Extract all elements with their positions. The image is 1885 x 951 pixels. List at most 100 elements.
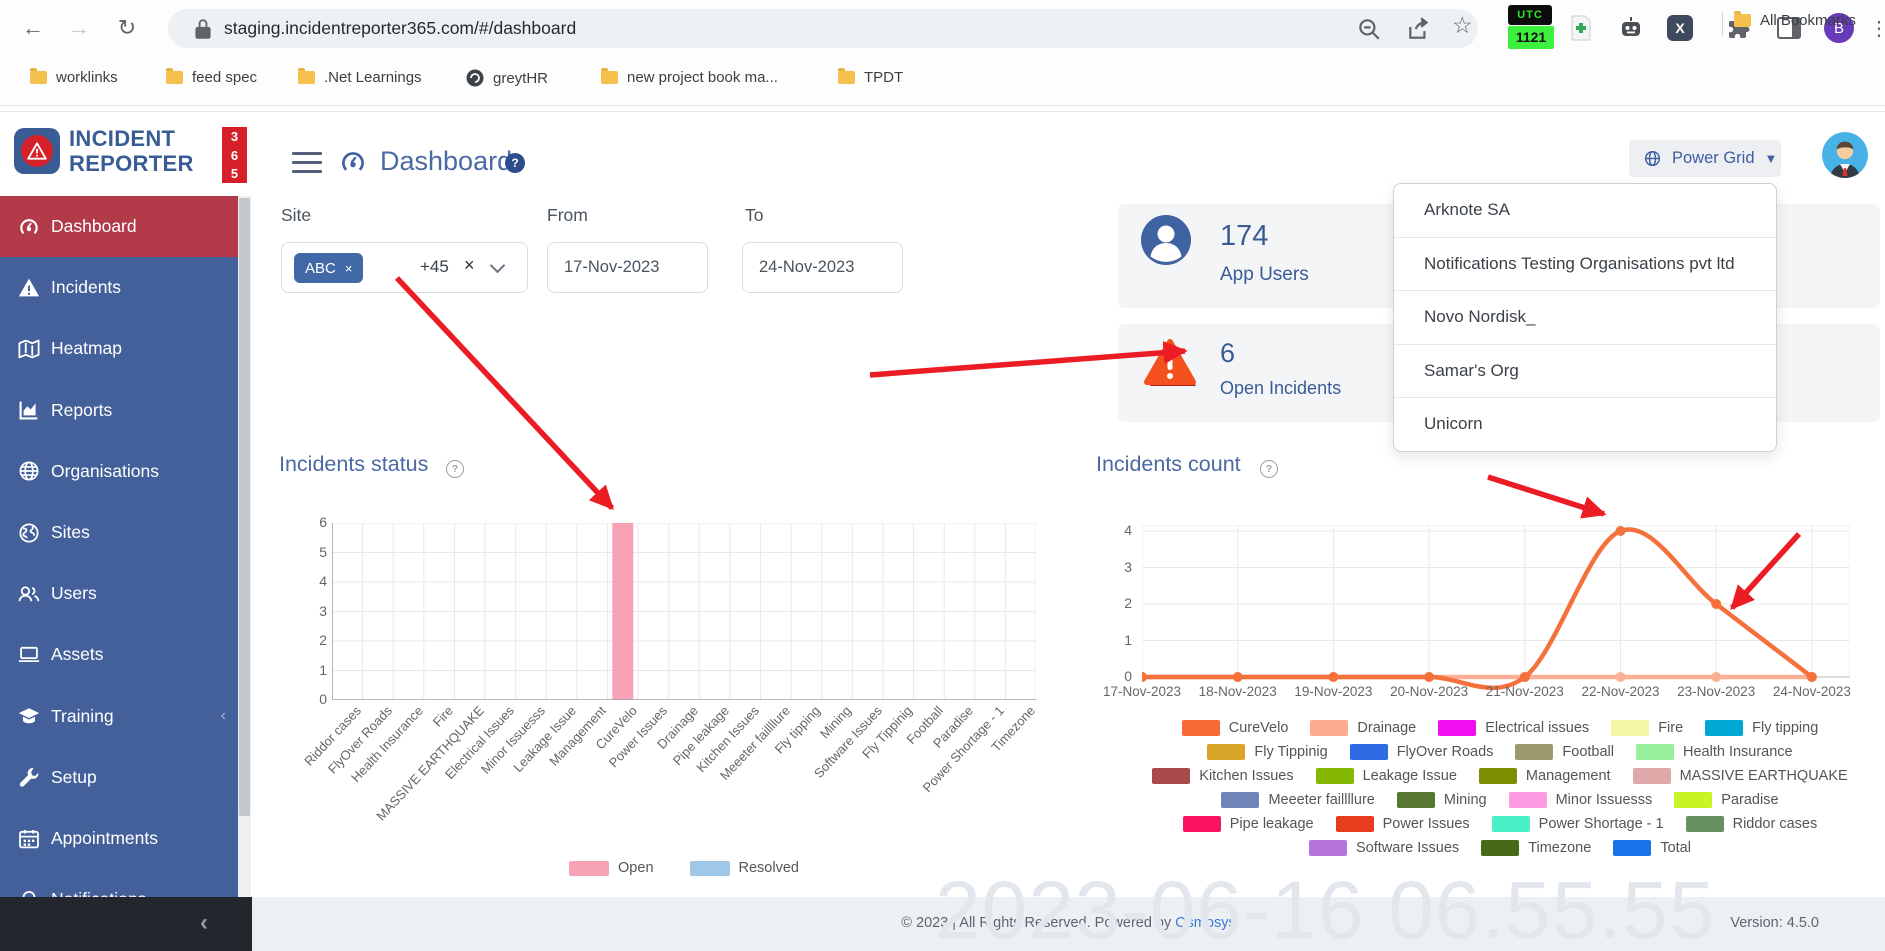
arrow-to-bar — [397, 278, 612, 508]
utc-clock-extension-icon[interactable]: UTC 1121 — [1508, 5, 1554, 51]
sidebar-item-reports[interactable]: Reports — [0, 380, 238, 441]
legend-item[interactable]: Football — [1515, 744, 1614, 760]
back-icon[interactable]: ← — [16, 11, 50, 45]
x-date-label: 24-Nov-2023 — [1764, 684, 1860, 699]
sidebar-item-setup[interactable]: Setup — [0, 747, 238, 808]
clear-all-icon[interactable]: × — [464, 255, 475, 276]
bookmark-item[interactable]: new project book ma... — [601, 69, 778, 86]
bookmark-item[interactable]: feed spec — [166, 69, 257, 86]
dashboard-help-icon[interactable]: ? — [505, 153, 525, 173]
legend-item[interactable]: Fly Tippinig — [1207, 744, 1327, 760]
org-dropdown-item[interactable]: Arknote SA — [1394, 184, 1776, 237]
sidebar-item-label: Reports — [51, 400, 112, 421]
timestamp-watermark: 2023-06-16 06.55.55 — [935, 864, 1715, 951]
x-date-label: 21-Nov-2023 — [1477, 684, 1573, 699]
bookmark-item[interactable]: worklinks — [30, 69, 118, 86]
site-filter-input[interactable]: ABC× +45 × — [281, 242, 528, 293]
all-bookmarks-button[interactable]: All Bookmarks — [1734, 12, 1856, 29]
bookmark-item[interactable]: .Net Learnings — [298, 69, 422, 86]
chevron-down-icon[interactable] — [490, 258, 506, 274]
legend-item[interactable]: Timezone — [1481, 840, 1591, 856]
legend-item[interactable]: Pipe leakage — [1183, 816, 1314, 832]
sidebar-item-label: Organisations — [51, 461, 159, 482]
folder-icon — [601, 71, 618, 84]
browser-menu-icon[interactable]: ⋮ — [1864, 13, 1885, 43]
incidents-count-help-icon[interactable]: ? — [1260, 460, 1278, 478]
legend-item[interactable]: Total — [1613, 840, 1691, 856]
y-tick-label: 0 — [1102, 668, 1132, 684]
legend-item[interactable]: Software Issues — [1309, 840, 1459, 856]
logo-line1: INCIDENT — [69, 126, 175, 151]
org-dropdown-item[interactable]: Samar's Org — [1394, 344, 1776, 398]
sidebar-item-incidents[interactable]: Incidents — [0, 257, 238, 318]
incidents-status-title: Incidents status — [279, 452, 428, 477]
site-more-count[interactable]: +45 — [420, 257, 449, 277]
app-users-value: 174 — [1220, 220, 1268, 253]
incidents-status-help-icon[interactable]: ? — [446, 460, 464, 478]
legend-item[interactable]: Electrical issues — [1438, 720, 1589, 736]
app-logo[interactable]: INCIDENTREPORTER 365 — [0, 112, 252, 196]
sidebar-item-assets[interactable]: Assets — [0, 624, 238, 685]
org-dropdown-item[interactable]: Notifications Testing Organisations pvt … — [1394, 237, 1776, 291]
legend-item[interactable]: Meeeter faillllure — [1221, 792, 1374, 808]
legend-item[interactable]: Mining — [1397, 792, 1487, 808]
sidebar-item-heatmap[interactable]: Heatmap — [0, 318, 238, 379]
incident-reporter-logo-icon — [14, 128, 60, 174]
legend-item[interactable]: Drainage — [1310, 720, 1416, 736]
organisation-selector-button[interactable]: Power Grid ▼ — [1629, 140, 1781, 177]
sidebar-item-training[interactable]: Training‹ — [0, 686, 238, 747]
users-icon — [17, 582, 41, 606]
hamburger-menu-icon[interactable] — [292, 152, 322, 179]
y-tick-label: 3 — [1102, 559, 1132, 575]
y-tick-label: 1 — [297, 662, 327, 678]
legend-item[interactable]: Riddor cases — [1686, 816, 1818, 832]
legend-item[interactable]: Resolved — [690, 860, 799, 876]
reload-icon[interactable]: ↻ — [110, 11, 144, 45]
y-tick-label: 3 — [297, 603, 327, 619]
bookmark-item[interactable]: TPDT — [838, 69, 903, 86]
x-extension-icon[interactable]: X — [1665, 13, 1695, 43]
incidents-status-chart — [332, 523, 1036, 705]
user-avatar[interactable] — [1822, 132, 1868, 178]
legend-item[interactable]: CureVelo — [1182, 720, 1289, 736]
legend-item[interactable]: Open — [569, 860, 653, 876]
legend-item[interactable]: Power Issues — [1336, 816, 1470, 832]
y-tick-label: 4 — [297, 573, 327, 589]
zoom-out-icon[interactable] — [1356, 16, 1382, 42]
folder-icon — [30, 71, 47, 84]
sidebar-item-appointments[interactable]: Appointments — [0, 808, 238, 869]
legend-item[interactable]: Fly tipping — [1705, 720, 1818, 736]
sidebar-scrollbar-thumb[interactable] — [239, 198, 250, 816]
to-date-input[interactable]: 24-Nov-2023 — [742, 242, 903, 293]
legend-item[interactable]: Leakage Issue — [1316, 768, 1457, 784]
legend-item[interactable]: FlyOver Roads — [1350, 744, 1494, 760]
y-tick-label: 4 — [1102, 522, 1132, 538]
share-icon[interactable] — [1406, 16, 1432, 42]
org-dropdown-item[interactable]: Unicorn — [1394, 397, 1776, 451]
url-bar[interactable]: staging.incidentreporter365.com/#/dashbo… — [168, 9, 1478, 48]
bookmark-star-icon[interactable]: ☆ — [1452, 12, 1478, 38]
site-chip[interactable]: ABC× — [294, 253, 363, 283]
legend-item[interactable]: Health Insurance — [1636, 744, 1793, 760]
from-date-input[interactable]: 17-Nov-2023 — [547, 242, 708, 293]
legend-item[interactable]: Fire — [1611, 720, 1683, 736]
sidebar-item-users[interactable]: Users — [0, 563, 238, 624]
sidebar-item-label: Training — [51, 706, 114, 727]
sidebar-collapse-bar[interactable]: ‹ — [0, 897, 252, 951]
notes-extension-icon[interactable] — [1566, 13, 1596, 43]
warning-icon — [17, 276, 41, 300]
legend-item[interactable]: Paradise — [1674, 792, 1778, 808]
forward-icon[interactable]: → — [62, 11, 96, 45]
sidebar-item-dashboard[interactable]: Dashboard — [0, 196, 238, 257]
bookmark-item[interactable]: greytHR — [466, 69, 548, 87]
legend-item[interactable]: Management — [1479, 768, 1611, 784]
sidebar-item-sites[interactable]: Sites — [0, 502, 238, 563]
legend-item[interactable]: Power Shortage - 1 — [1492, 816, 1664, 832]
folder-icon — [1734, 14, 1751, 27]
robot-extension-icon[interactable] — [1616, 13, 1646, 43]
legend-item[interactable]: Kitchen Issues — [1152, 768, 1293, 784]
legend-item[interactable]: MASSIVE EARTHQUAKE — [1633, 768, 1848, 784]
legend-item[interactable]: Minor Issuesss — [1509, 792, 1653, 808]
org-dropdown-item[interactable]: Novo Nordisk_ — [1394, 290, 1776, 344]
sidebar-item-organisations[interactable]: Organisations — [0, 441, 238, 502]
